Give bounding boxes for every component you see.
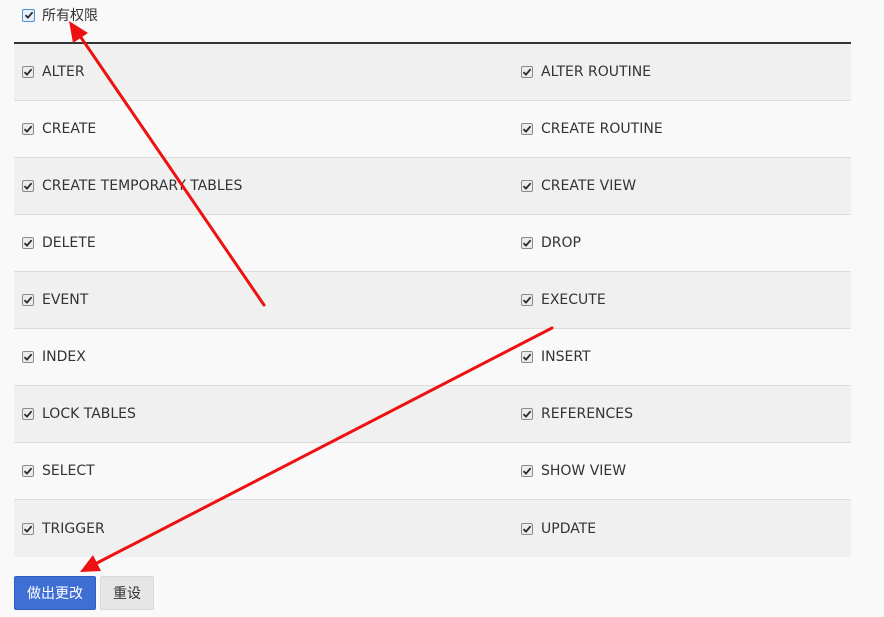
privilege-delete[interactable]: DELETE — [14, 235, 513, 251]
privilege-row: LOCK TABLES REFERENCES — [14, 386, 851, 443]
privilege-checkbox[interactable] — [521, 180, 533, 192]
checkmark-icon — [522, 353, 532, 361]
checkmark-icon — [23, 296, 33, 304]
privilege-row: TRIGGER UPDATE — [14, 500, 851, 557]
privilege-row: EVENT EXECUTE — [14, 272, 851, 329]
privilege-checkbox[interactable] — [521, 294, 533, 306]
privilege-label: UPDATE — [541, 520, 597, 537]
privilege-row: ALTER ALTER ROUTINE — [14, 44, 851, 101]
privilege-update[interactable]: UPDATE — [513, 521, 851, 537]
save-changes-button[interactable]: 做出更改 — [14, 576, 96, 610]
privilege-index[interactable]: INDEX — [14, 349, 513, 365]
privilege-checkbox[interactable] — [22, 408, 34, 420]
checkmark-icon — [522, 239, 532, 247]
privilege-create-routine[interactable]: CREATE ROUTINE — [513, 121, 851, 137]
privilege-references[interactable]: REFERENCES — [513, 406, 851, 422]
privilege-label: LOCK TABLES — [42, 406, 136, 422]
privilege-checkbox[interactable] — [22, 66, 34, 78]
privilege-checkbox[interactable] — [22, 123, 34, 135]
privilege-label: SHOW VIEW — [541, 463, 627, 479]
privilege-label: REFERENCES — [541, 406, 634, 422]
checkmark-icon — [522, 182, 532, 190]
privilege-checkbox[interactable] — [22, 294, 34, 306]
checkmark-icon — [522, 410, 532, 418]
checkmark-icon — [522, 68, 532, 76]
all-privileges-label: 所有权限 — [42, 8, 98, 24]
privilege-label: EVENT — [42, 292, 89, 308]
privilege-label: ALTER ROUTINE — [541, 64, 652, 80]
all-privileges-row[interactable]: 所有权限 — [22, 5, 98, 25]
privilege-trigger[interactable]: TRIGGER — [14, 521, 513, 537]
checkmark-icon — [23, 239, 33, 247]
checkmark-icon — [24, 11, 33, 19]
privilege-create-temporary-tables[interactable]: CREATE TEMPORARY TABLES — [14, 178, 513, 194]
privilege-label: EXECUTE — [541, 292, 606, 308]
privilege-checkbox[interactable] — [521, 66, 533, 78]
privilege-create-view[interactable]: CREATE VIEW — [513, 178, 851, 194]
privilege-label: CREATE ROUTINE — [541, 121, 663, 137]
privilege-row: DELETE DROP — [14, 215, 851, 272]
checkmark-icon — [23, 525, 33, 533]
checkmark-icon — [522, 467, 532, 475]
privilege-alter-routine[interactable]: ALTER ROUTINE — [513, 64, 851, 80]
privilege-event[interactable]: EVENT — [14, 292, 513, 308]
privilege-label: TRIGGER — [42, 520, 105, 537]
privilege-checkbox[interactable] — [22, 180, 34, 192]
privilege-checkbox[interactable] — [22, 465, 34, 477]
privileges-grid: ALTER ALTER ROUTINE CREATE CREATE ROUTIN… — [14, 44, 851, 557]
privilege-checkbox[interactable] — [22, 351, 34, 363]
privilege-checkbox[interactable] — [521, 123, 533, 135]
privilege-row: SELECT SHOW VIEW — [14, 443, 851, 500]
privilege-label: CREATE VIEW — [541, 178, 637, 194]
privilege-insert[interactable]: INSERT — [513, 349, 851, 365]
privilege-label: DROP — [541, 235, 581, 251]
privilege-checkbox[interactable] — [22, 522, 34, 535]
checkmark-icon — [23, 467, 33, 475]
privilege-lock-tables[interactable]: LOCK TABLES — [14, 406, 513, 422]
privilege-create[interactable]: CREATE — [14, 121, 513, 137]
checkmark-icon — [522, 296, 532, 304]
privilege-row: CREATE TEMPORARY TABLES CREATE VIEW — [14, 158, 851, 215]
privilege-row: INDEX INSERT — [14, 329, 851, 386]
privilege-label: DELETE — [42, 235, 96, 251]
privilege-label: ALTER — [42, 64, 85, 80]
checkmark-icon — [23, 410, 33, 418]
privilege-label: INSERT — [541, 349, 591, 365]
privilege-alter[interactable]: ALTER — [14, 64, 513, 80]
all-privileges-checkbox[interactable] — [22, 8, 35, 22]
privilege-label: CREATE TEMPORARY TABLES — [42, 178, 243, 194]
checkmark-icon — [522, 125, 532, 133]
privilege-checkbox[interactable] — [521, 408, 533, 420]
checkmark-icon — [23, 182, 33, 190]
checkmark-icon — [23, 353, 33, 361]
privilege-select[interactable]: SELECT — [14, 463, 513, 479]
privilege-execute[interactable]: EXECUTE — [513, 292, 851, 308]
privilege-show-view[interactable]: SHOW VIEW — [513, 463, 851, 479]
privilege-checkbox[interactable] — [521, 522, 533, 535]
privilege-row: CREATE CREATE ROUTINE — [14, 101, 851, 158]
privilege-label: INDEX — [42, 349, 86, 365]
privilege-checkbox[interactable] — [521, 237, 533, 249]
checkmark-icon — [522, 525, 532, 533]
privilege-checkbox[interactable] — [22, 237, 34, 249]
reset-button[interactable]: 重设 — [100, 576, 154, 610]
privilege-label: SELECT — [42, 463, 95, 479]
privilege-checkbox[interactable] — [521, 351, 533, 363]
checkmark-icon — [23, 125, 33, 133]
checkmark-icon — [23, 68, 33, 76]
privilege-checkbox[interactable] — [521, 465, 533, 477]
privilege-label: CREATE — [42, 121, 97, 137]
privilege-drop[interactable]: DROP — [513, 235, 851, 251]
